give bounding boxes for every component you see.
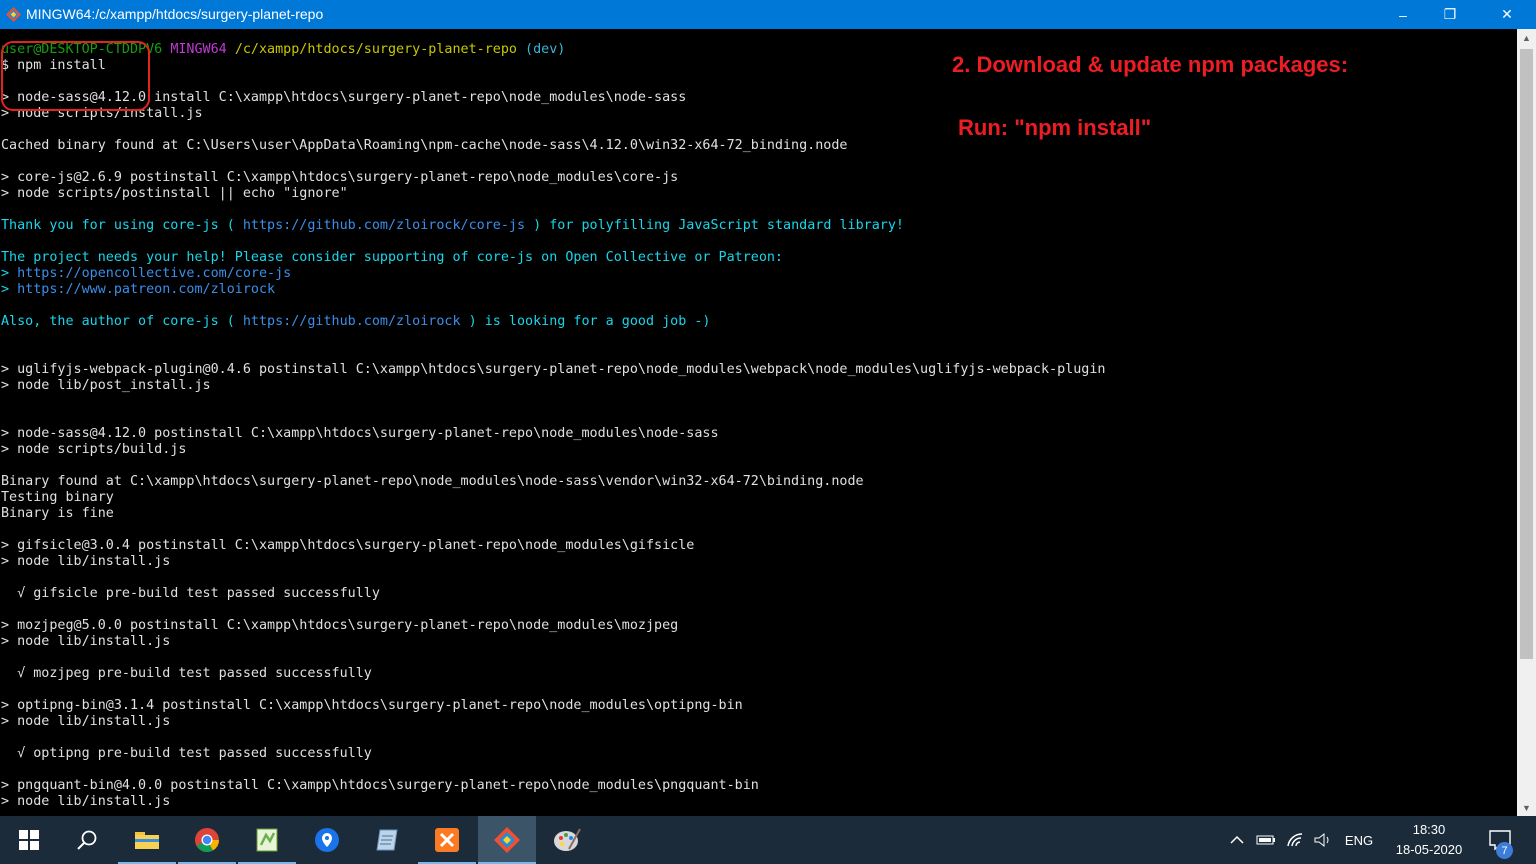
notification-count-badge: 7 bbox=[1496, 842, 1513, 859]
terminal-line: > node lib/install.js bbox=[1, 794, 171, 809]
terminal-line: > core-js@2.6.9 postinstall C:\xampp\htd… bbox=[1, 170, 679, 185]
language-indicator[interactable]: ENG bbox=[1340, 816, 1378, 864]
terminal-line: > pngquant-bin@4.0.0 postinstall C:\xamp… bbox=[1, 778, 759, 793]
terminal-line: Testing binary bbox=[1, 490, 114, 505]
taskbar-paint[interactable] bbox=[538, 816, 596, 864]
taskbar-file-explorer[interactable] bbox=[118, 816, 176, 864]
xampp-icon bbox=[435, 828, 459, 852]
corejs-thanks-line: Thank you for using core-js ( https://gi… bbox=[1, 218, 904, 234]
corejs-thanks-text-a: Thank you for using core-js ( bbox=[1, 218, 243, 233]
clock-date: 18-05-2020 bbox=[1395, 842, 1463, 857]
highlight-box bbox=[1, 41, 150, 111]
prompt-env: MINGW64 bbox=[170, 42, 227, 57]
taskbar-notes[interactable] bbox=[358, 816, 416, 864]
minimize-button[interactable]: – bbox=[1380, 0, 1426, 29]
author-link[interactable]: https://github.com/zloirock bbox=[243, 314, 461, 329]
terminal-line: > node scripts/build.js bbox=[1, 442, 187, 457]
terminal-line: √ optipng pre-build test passed successf… bbox=[1, 746, 372, 761]
window-titlebar[interactable]: MINGW64:/c/xampp/htdocs/surgery-planet-r… bbox=[0, 0, 1536, 29]
wifi-tray-icon[interactable] bbox=[1284, 816, 1308, 864]
terminal-line: > uglifyjs-webpack-plugin@0.4.6 postinst… bbox=[1, 362, 1106, 377]
taskbar-chrome[interactable] bbox=[178, 816, 236, 864]
terminal-line: > gifsicle@3.0.4 postinstall C:\xampp\ht… bbox=[1, 538, 695, 553]
terminal-line: > optipng-bin@3.1.4 postinstall C:\xampp… bbox=[1, 698, 743, 713]
terminal-line: Cached binary found at C:\Users\user\App… bbox=[1, 138, 848, 153]
terminal-line: > node lib/install.js bbox=[1, 634, 171, 649]
notepad-plus-plus-icon bbox=[256, 828, 278, 852]
terminal-line: > node lib/install.js bbox=[1, 554, 171, 569]
chevron-up-icon bbox=[1230, 835, 1244, 844]
terminal-output[interactable]: user@DESKTOP-CTDDPV6 MINGW64 /c/xampp/ht… bbox=[0, 29, 1517, 816]
taskbar-git-bash[interactable] bbox=[478, 816, 536, 864]
maximize-button[interactable]: ❐ bbox=[1427, 0, 1473, 29]
start-button[interactable] bbox=[0, 816, 58, 864]
search-icon bbox=[77, 830, 97, 850]
corejs-link-line: > https://opencollective.com/core-js bbox=[1, 266, 291, 282]
vertical-scrollbar[interactable]: ▲ ▼ bbox=[1517, 29, 1536, 816]
terminal-line: √ gifsicle pre-build test passed success… bbox=[1, 586, 380, 601]
action-center-button[interactable]: 7 bbox=[1480, 816, 1520, 864]
window-title: MINGW64:/c/xampp/htdocs/surgery-planet-r… bbox=[26, 6, 324, 22]
windows-icon bbox=[19, 830, 39, 850]
clock-time: 18:30 bbox=[1412, 822, 1446, 837]
battery-icon bbox=[1256, 835, 1275, 845]
search-button[interactable] bbox=[58, 816, 116, 864]
scroll-down-icon[interactable]: ▼ bbox=[1517, 799, 1536, 816]
show-hidden-icons-button[interactable] bbox=[1226, 816, 1248, 864]
taskbar-maps[interactable] bbox=[298, 816, 356, 864]
corejs-author-line: Also, the author of core-js ( https://gi… bbox=[1, 314, 710, 330]
taskbar-notepadpp[interactable] bbox=[238, 816, 296, 864]
opencollective-link[interactable]: https://opencollective.com/core-js bbox=[17, 266, 291, 281]
map-pin-icon bbox=[315, 828, 339, 852]
terminal-line: √ mozjpeg pre-build test passed successf… bbox=[1, 666, 372, 681]
link-arrow: > bbox=[1, 282, 18, 297]
corejs-thanks-text-b: ) for polyfilling JavaScript standard li… bbox=[525, 218, 904, 233]
terminal-line: Binary found at C:\xampp\htdocs\surgery-… bbox=[1, 474, 864, 489]
volume-tray-icon[interactable] bbox=[1311, 816, 1335, 864]
patreon-link[interactable]: https://www.patreon.com/zloirock bbox=[17, 282, 275, 297]
git-bash-icon bbox=[6, 7, 21, 22]
annotation-run: Run: "npm install" bbox=[958, 115, 1152, 140]
annotation-heading: 2. Download & update npm packages: bbox=[952, 52, 1349, 77]
terminal-line: > node-sass@4.12.0 postinstall C:\xampp\… bbox=[1, 426, 719, 441]
corejs-author-text-b: ) is looking for a good job -) bbox=[460, 314, 711, 329]
prompt-branch: (dev) bbox=[525, 42, 566, 57]
terminal-line: > node lib/install.js bbox=[1, 714, 171, 729]
link-arrow: > bbox=[1, 266, 18, 281]
speaker-icon bbox=[1314, 832, 1329, 848]
terminal-line: > mozjpeg@5.0.0 postinstall C:\xampp\htd… bbox=[1, 618, 679, 633]
terminal-line: Binary is fine bbox=[1, 506, 114, 521]
terminal-line: > node scripts/postinstall || echo "igno… bbox=[1, 186, 348, 201]
close-button[interactable]: ✕ bbox=[1484, 0, 1530, 29]
taskbar: ENG 18:30 18-05-2020 7 bbox=[0, 816, 1536, 864]
scrollbar-thumb[interactable] bbox=[1520, 49, 1533, 659]
corejs-repo-link[interactable]: https://github.com/zloirock/core-js bbox=[243, 218, 525, 233]
git-bash-icon bbox=[494, 827, 520, 853]
taskbar-clock[interactable]: 18:30 18-05-2020 bbox=[1384, 820, 1474, 860]
corejs-author-text-a: Also, the author of core-js ( bbox=[1, 314, 243, 329]
battery-tray-icon[interactable] bbox=[1254, 816, 1278, 864]
corejs-needs-help-line: The project needs your help! Please cons… bbox=[1, 250, 783, 265]
wifi-icon bbox=[1287, 833, 1303, 847]
corejs-link-line: > https://www.patreon.com/zloirock bbox=[1, 282, 275, 298]
notes-icon bbox=[376, 829, 398, 851]
terminal-line: > node lib/post_install.js bbox=[1, 378, 211, 393]
folder-icon bbox=[135, 832, 159, 849]
paint-palette-icon bbox=[554, 828, 581, 851]
chrome-icon bbox=[195, 828, 219, 853]
taskbar-xampp[interactable] bbox=[418, 816, 476, 864]
prompt-path: /c/xampp/htdocs/surgery-planet-repo bbox=[234, 42, 517, 57]
scroll-up-icon[interactable]: ▲ bbox=[1517, 29, 1536, 46]
